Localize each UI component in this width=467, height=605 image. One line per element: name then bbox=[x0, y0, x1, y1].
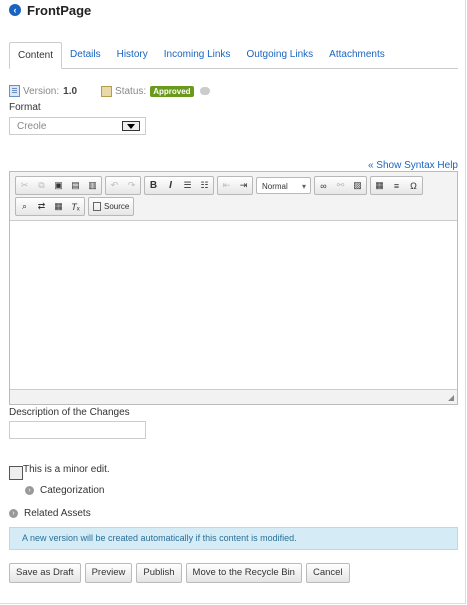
horizontal-rule-icon[interactable]: ≡ bbox=[388, 177, 405, 194]
cancel-button[interactable]: Cancel bbox=[305, 563, 350, 583]
tab-incoming-links[interactable]: Incoming Links bbox=[156, 42, 239, 68]
find-icon[interactable]: ⌕ bbox=[16, 198, 33, 215]
editor-content-area[interactable] bbox=[10, 220, 457, 390]
status-badge: Approved bbox=[150, 85, 194, 97]
tab-content[interactable]: Content bbox=[9, 42, 63, 69]
remove-format-icon[interactable]: Tₓ bbox=[67, 198, 84, 215]
source-button[interactable]: Source bbox=[88, 197, 135, 216]
clipboard-group: ✂ ⧉ ▣ ▤ ▥ bbox=[15, 176, 102, 195]
image-icon[interactable]: ▨ bbox=[349, 177, 366, 194]
format-label: Format bbox=[9, 102, 41, 113]
table-icon[interactable]: ▦ bbox=[371, 177, 388, 194]
link-group: ∞ ⚯ ▨ bbox=[314, 176, 367, 195]
undo-group: ↶ ↷ bbox=[105, 176, 141, 195]
page-title: FrontPage bbox=[27, 2, 92, 18]
minor-edit-label: This is a minor edit. bbox=[23, 464, 110, 475]
source-icon bbox=[93, 202, 101, 211]
preview-button[interactable]: Preview bbox=[84, 563, 133, 583]
show-syntax-help-link[interactable]: « Show Syntax Help bbox=[368, 160, 458, 171]
help-icon[interactable] bbox=[199, 87, 210, 95]
info-message: A new version will be created automatica… bbox=[9, 527, 458, 550]
indent-group: ⇤ ⇥ bbox=[217, 176, 253, 195]
chevron-down-icon: ▾ bbox=[301, 182, 306, 191]
special-char-icon[interactable]: Ω bbox=[405, 177, 422, 194]
chevron-left-icon[interactable]: ‹ bbox=[9, 4, 21, 16]
paste-text-icon[interactable]: ▤ bbox=[67, 177, 84, 194]
format-select[interactable]: Creole bbox=[9, 117, 146, 135]
related-assets-label: Related Assets bbox=[24, 508, 91, 519]
categorization-label: Categorization bbox=[40, 485, 105, 496]
move-to-recycle-bin-button[interactable]: Move to the Recycle Bin bbox=[185, 563, 302, 583]
paste-icon[interactable]: ▣ bbox=[50, 177, 67, 194]
outdent-icon[interactable]: ⇤ bbox=[218, 177, 235, 194]
copy-icon[interactable]: ⧉ bbox=[33, 177, 50, 194]
resize-handle-icon[interactable] bbox=[448, 395, 454, 401]
replace-icon[interactable]: ⇄ bbox=[33, 198, 50, 215]
chevron-down-icon bbox=[122, 121, 140, 131]
tab-details[interactable]: Details bbox=[62, 42, 109, 68]
italic-icon[interactable]: I bbox=[162, 177, 179, 194]
description-input[interactable] bbox=[9, 421, 146, 439]
publish-button[interactable]: Publish bbox=[136, 563, 182, 583]
tab-history[interactable]: History bbox=[109, 42, 156, 68]
paragraph-format-combo[interactable]: Normal ▾ bbox=[256, 177, 311, 194]
numbered-list-icon[interactable]: ☰ bbox=[179, 177, 196, 194]
format-select-value: Creole bbox=[17, 121, 47, 132]
source-label: Source bbox=[104, 202, 130, 211]
minor-edit-row: This is a minor edit. bbox=[9, 464, 110, 480]
chevron-right-icon: › bbox=[9, 509, 18, 518]
page-header: ‹ FrontPage bbox=[9, 2, 91, 18]
version-status-row: Version: 1.0 Status: Approved bbox=[9, 85, 210, 97]
description-label: Description of the Changes bbox=[9, 407, 130, 418]
toolbar-row-1: ✂ ⧉ ▣ ▤ ▥ ↶ ↷ B I ☰ ☷ ⇤ ⇥ Normal ▾ ∞ ⚯ ▨… bbox=[15, 176, 426, 195]
undo-icon[interactable]: ↶ bbox=[106, 177, 123, 194]
redo-icon[interactable]: ↷ bbox=[123, 177, 140, 194]
insert-group: ▦ ≡ Ω bbox=[370, 176, 423, 195]
unlink-icon[interactable]: ⚯ bbox=[332, 177, 349, 194]
select-all-icon[interactable]: ▦ bbox=[50, 198, 67, 215]
rich-text-editor: ✂ ⧉ ▣ ▤ ▥ ↶ ↷ B I ☰ ☷ ⇤ ⇥ Normal ▾ ∞ ⚯ ▨… bbox=[9, 171, 458, 405]
paragraph-format-value: Normal bbox=[262, 182, 288, 191]
editor-toolbar: ✂ ⧉ ▣ ▤ ▥ ↶ ↷ B I ☰ ☷ ⇤ ⇥ Normal ▾ ∞ ⚯ ▨… bbox=[10, 172, 457, 219]
version-label: Version: bbox=[23, 85, 60, 97]
tab-attachments[interactable]: Attachments bbox=[321, 42, 393, 68]
document-icon bbox=[9, 85, 20, 97]
paste-word-icon[interactable]: ▥ bbox=[84, 177, 101, 194]
cut-icon[interactable]: ✂ bbox=[16, 177, 33, 194]
tab-outgoing-links[interactable]: Outgoing Links bbox=[238, 42, 321, 68]
save-as-draft-button[interactable]: Save as Draft bbox=[9, 563, 81, 583]
chevron-right-icon: › bbox=[25, 486, 34, 495]
tab-bar: Content Details History Incoming Links O… bbox=[9, 42, 458, 69]
bold-icon[interactable]: B bbox=[145, 177, 162, 194]
indent-icon[interactable]: ⇥ bbox=[235, 177, 252, 194]
toolbar-row-2: ⌕ ⇄ ▦ Tₓ Source bbox=[15, 197, 135, 216]
related-assets-toggle[interactable]: › Related Assets bbox=[9, 508, 91, 519]
minor-edit-checkbox[interactable] bbox=[9, 466, 23, 480]
status-label: Status: bbox=[115, 85, 147, 97]
action-buttons: Save as Draft Preview Publish Move to th… bbox=[9, 563, 354, 583]
link-icon[interactable]: ∞ bbox=[315, 177, 332, 194]
format-group: B I ☰ ☷ bbox=[144, 176, 214, 195]
categorization-toggle[interactable]: › Categorization bbox=[25, 485, 104, 496]
bulleted-list-icon[interactable]: ☷ bbox=[196, 177, 213, 194]
status-icon bbox=[101, 85, 113, 97]
version-value: 1.0 bbox=[63, 85, 78, 97]
tools-group: ⌕ ⇄ ▦ Tₓ bbox=[15, 197, 85, 216]
